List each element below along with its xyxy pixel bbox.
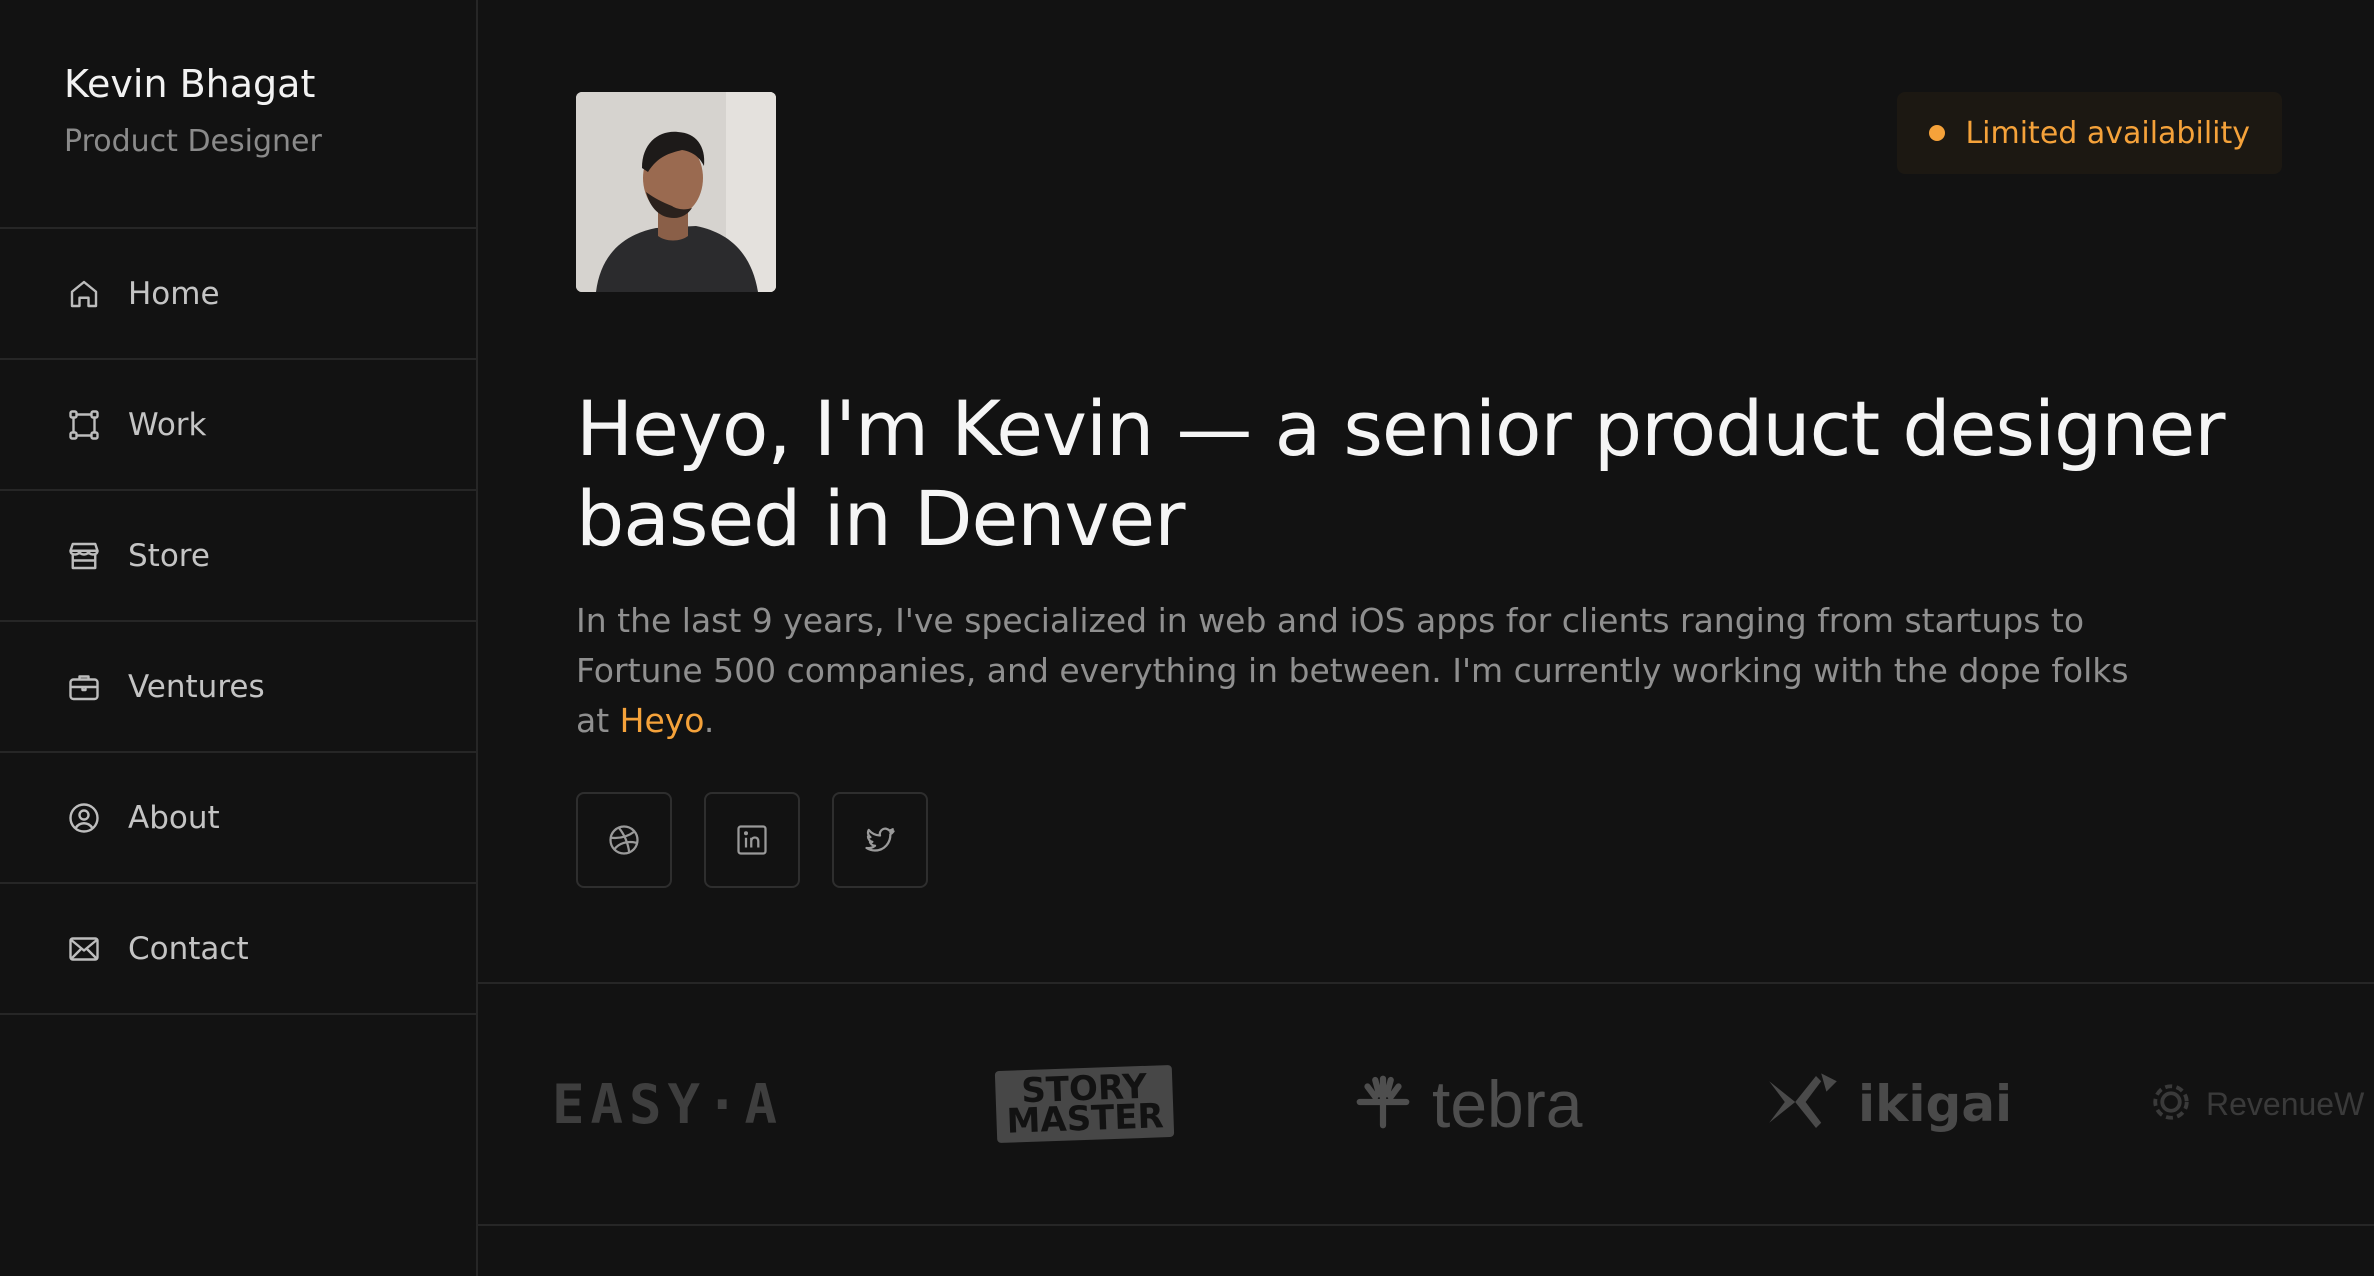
linkedin-icon	[734, 822, 770, 858]
main-content: Limited availability Heyo, I'm Kevin — a…	[478, 0, 2374, 1276]
sidebar-nav: Home Work Store Ventures About Contact	[0, 229, 476, 1015]
tebra-wordmark: tebra	[1432, 1067, 1583, 1141]
availability-badge: Limited availability	[1897, 92, 2282, 174]
sidebar-item-store[interactable]: Store	[0, 491, 476, 622]
twitter-icon	[862, 822, 898, 858]
tebra-mark-icon	[1352, 1071, 1414, 1137]
logo-ikigai: ikigai	[1764, 984, 2012, 1224]
storymaster-mark: STORY MASTER	[994, 1064, 1175, 1144]
intro-paragraph: In the last 9 years, I've specialized in…	[576, 596, 2136, 746]
logo-easya: EASY·A	[552, 1072, 784, 1136]
sidebar: Kevin Bhagat Product Designer Home Work	[0, 0, 478, 1276]
sidebar-item-about[interactable]: About	[0, 753, 476, 884]
profile-name[interactable]: Kevin Bhagat	[64, 62, 315, 106]
avatar	[576, 92, 776, 292]
ikigai-mark-icon	[1764, 1070, 1842, 1138]
work-icon	[66, 407, 102, 443]
client-logos: EASY·A STORY MASTER tebra ikigai Revenue…	[478, 982, 2374, 1226]
availability-text: Limited availability	[1965, 115, 2250, 151]
revenue-mark-icon	[2150, 1081, 2192, 1127]
page-title: Heyo, I'm Kevin — a senior product desig…	[576, 384, 2225, 563]
sidebar-item-label: Work	[128, 406, 207, 443]
linkedin-button[interactable]	[704, 792, 800, 888]
sidebar-item-label: Ventures	[128, 668, 265, 705]
intro-end: .	[703, 701, 715, 740]
social-links	[576, 792, 928, 888]
home-icon	[66, 276, 102, 312]
logo-storymaster: STORY MASTER	[994, 984, 1175, 1224]
heyo-link[interactable]: Heyo	[620, 701, 704, 740]
status-dot-icon	[1929, 125, 1946, 141]
briefcase-icon	[66, 669, 102, 705]
revenue-wordmark: RevenueW	[2206, 1085, 2365, 1122]
twitter-button[interactable]	[832, 792, 928, 888]
dribbble-icon	[606, 822, 642, 858]
mail-icon	[66, 931, 102, 967]
sidebar-item-home[interactable]: Home	[0, 229, 476, 360]
dribbble-button[interactable]	[576, 792, 672, 888]
intro-text: In the last 9 years, I've specialized in…	[576, 601, 2129, 740]
sidebar-item-label: Store	[128, 537, 210, 574]
sidebar-item-label: About	[128, 799, 220, 836]
sidebar-item-contact[interactable]: Contact	[0, 884, 476, 1015]
logo-tebra: tebra	[1352, 984, 1582, 1224]
sidebar-item-label: Contact	[128, 930, 249, 967]
logo-revenuewell: RevenueW	[2150, 984, 2364, 1224]
storymaster-line2: MASTER	[1005, 1096, 1165, 1142]
profile-header: Kevin Bhagat Product Designer	[0, 0, 476, 229]
sidebar-item-label: Home	[128, 275, 220, 312]
app: Kevin Bhagat Product Designer Home Work	[0, 0, 2374, 1276]
profile-role: Product Designer	[64, 124, 322, 159]
sidebar-item-work[interactable]: Work	[0, 360, 476, 491]
user-circle-icon	[66, 800, 102, 836]
sidebar-item-ventures[interactable]: Ventures	[0, 622, 476, 753]
store-icon	[66, 538, 102, 574]
ikigai-wordmark: ikigai	[1858, 1075, 2013, 1133]
